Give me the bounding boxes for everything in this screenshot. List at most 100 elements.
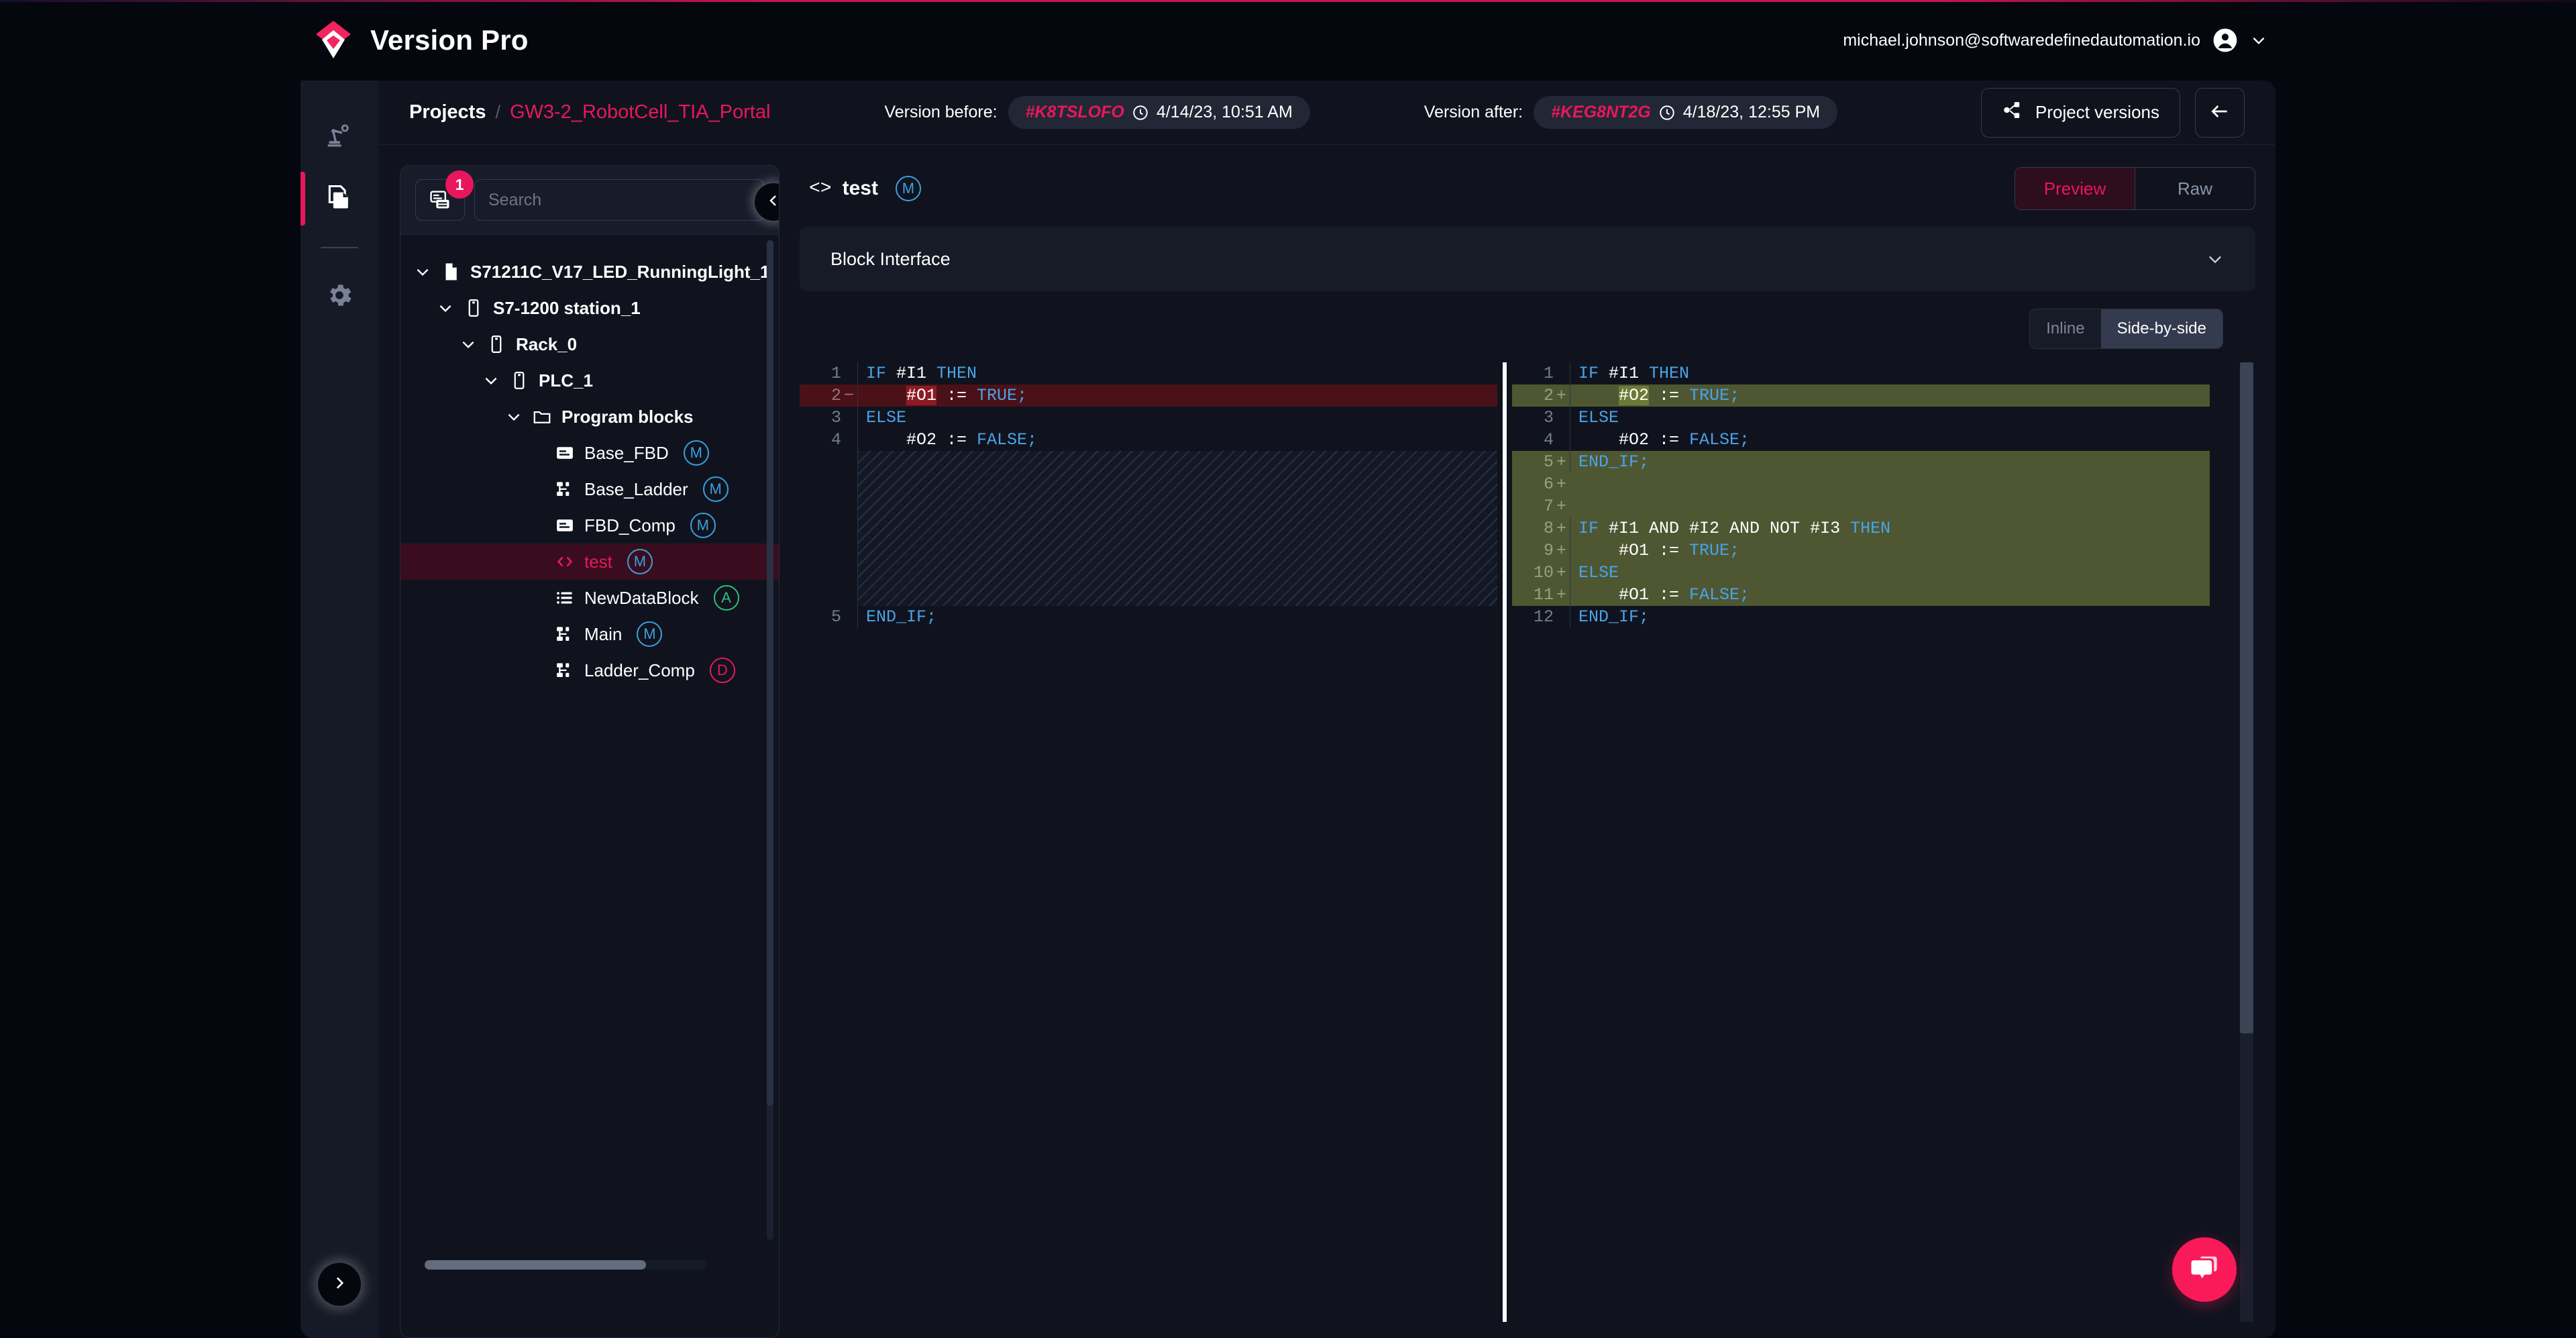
line-number: 10 [1512,562,1556,584]
breadcrumb-separator: / [495,102,500,123]
version-after-time: 4/18/23, 12:55 PM [1683,103,1820,122]
tree-item-base-ladder[interactable]: Base_LadderM [400,471,779,507]
brand[interactable]: Version Pro [314,19,529,61]
tree-item-s7-1200-station-1[interactable]: S7-1200 station_1 [400,290,779,326]
tree-item-label: Base_Ladder [584,479,688,500]
chevron-down-icon[interactable] [505,408,523,425]
code-text: IF #I1 AND #I2 AND NOT #I3 THEN [1570,517,1890,539]
tree-vertical-scrollbar[interactable] [767,240,773,1240]
code-text: IF #I1 THEN [1570,362,1689,384]
line-number: 1 [1512,362,1556,384]
code-text: #O2 := FALSE; [857,429,1037,451]
tab-raw[interactable]: Raw [2135,168,2255,209]
version-after-pill[interactable]: #KEG8NT2G 4/18/23, 12:55 PM [1534,96,1837,129]
chevron-down-icon[interactable] [482,372,500,389]
diff-splitter[interactable] [1503,362,1507,1322]
tree-item-test[interactable]: testM [400,544,779,580]
tree-item-main[interactable]: Main M [400,616,779,652]
tree-item-plc-1[interactable]: PLC_1 [400,362,779,399]
code-line: 2+ #O2 := TRUE; [1512,384,2210,407]
tree-horizontal-thumb[interactable] [425,1260,646,1270]
arrow-left-icon [2209,101,2231,124]
tree-item-newdatablock[interactable]: NewDataBlockA [400,580,779,616]
diff-scroll-thumb[interactable] [2240,362,2253,1033]
tree-item-fbd-comp[interactable]: FBD_CompM [400,507,779,544]
tree-item-label: Program blocks [561,407,694,427]
clock-icon [1132,104,1149,121]
diff-marker: + [1556,562,1570,584]
tree-item-rack-0[interactable]: Rack_0 [400,326,779,362]
tab-preview[interactable]: Preview [2015,168,2135,209]
line-number: 3 [800,407,844,429]
folder-icon [532,407,552,427]
chevron-down-icon[interactable] [460,336,477,353]
diff-marker: + [1556,384,1570,407]
filter-button[interactable]: 1 [415,179,465,221]
diff-marker: + [1556,584,1570,606]
app-root: Version Pro michael.johnson@softwaredefi… [0,0,2576,1338]
code-line: 7+ [1512,495,2210,517]
user-menu[interactable]: michael.johnson@softwaredefinedautomatio… [1843,28,2267,53]
body-split: 1 [378,145,2275,1338]
line-number: 6 [1512,473,1556,495]
status-badge: M [637,621,662,647]
breadcrumb-root[interactable]: Projects [409,101,486,123]
version-after-hash: #KEG8NT2G [1551,103,1651,122]
tree-item-program-blocks[interactable]: Program blocks [400,399,779,435]
code-text: END_IF; [1570,606,1649,628]
tree-item-label: S7-1200 station_1 [493,298,641,319]
block-interface-label: Block Interface [830,249,951,270]
tree-item-base-fbd[interactable]: Base_FBDM [400,435,779,471]
version-after-label: Version after: [1424,103,1523,122]
block-interface-section[interactable]: Block Interface [800,227,2255,291]
status-badge: D [710,658,735,683]
chat-widget-button[interactable] [2172,1237,2237,1302]
tree-item-s71211c-v17-led-runninglight-1[interactable]: S71211C_V17_LED_RunningLight_1 [400,254,779,290]
tree-item-label: FBD_Comp [584,515,676,536]
chevron-left-icon [765,193,780,212]
tree-item-label: Ladder_Comp [584,660,695,681]
chevron-down-icon[interactable] [2206,250,2224,268]
rail-divider [321,247,358,248]
diff-left-pane[interactable]: 1IF #I1 THEN2− #O1 := TRUE;3ELSE4 #O2 :=… [800,362,1497,1322]
chevron-down-icon[interactable] [414,263,431,280]
branch-share-icon [2002,100,2022,125]
chat-bubble-icon [2187,1251,2222,1289]
tab-inline[interactable]: Inline [2030,309,2100,348]
left-rail [301,81,378,1338]
tab-side-by-side[interactable]: Side-by-side [2101,309,2222,348]
status-badge: M [627,549,653,574]
chevron-right-icon [331,1274,348,1295]
chevron-down-icon[interactable] [2250,32,2267,49]
version-before-pill[interactable]: #K8TSLOFO 4/14/23, 10:51 AM [1008,96,1310,129]
tree-item-label: Main [584,624,622,645]
tree-item-label: PLC_1 [539,370,593,391]
project-versions-button[interactable]: Project versions [1981,88,2180,138]
rail-expand-button[interactable] [318,1263,361,1306]
back-button[interactable] [2195,88,2245,138]
project-versions-label: Project versions [2035,102,2159,123]
line-number: 12 [1512,606,1556,628]
version-before-time: 4/14/23, 10:51 AM [1157,103,1293,122]
diff-scrollbar[interactable] [2238,362,2255,1322]
code-line: 4 #O2 := FALSE; [800,429,1497,451]
ladder-block-icon [555,624,575,644]
diff-right-pane[interactable]: 1IF #I1 THEN2+ #O2 := TRUE;3ELSE4 #O2 :=… [1512,362,2210,1322]
line-number: 7 [1512,495,1556,517]
breadcrumb-actions: Project versions [1981,88,2245,138]
code-text: ELSE [1570,562,1619,584]
sidebar-item-robots[interactable] [301,106,378,168]
code-line: 2− #O1 := TRUE; [800,384,1497,407]
sidebar-item-projects[interactable] [301,168,378,229]
chevron-down-icon[interactable] [437,299,454,317]
sidebar-item-settings[interactable] [301,266,378,327]
code-text: #O1 := FALSE; [1570,584,1750,606]
search-input[interactable] [474,179,764,221]
breadcrumb-current[interactable]: GW3-2_RobotCell_TIA_Portal [510,101,770,123]
tree-horizontal-scrollbar[interactable] [425,1260,706,1270]
account-circle-icon[interactable] [2212,28,2238,53]
tree-item-ladder-comp[interactable]: Ladder_Comp D [400,652,779,688]
tree-vertical-thumb[interactable] [767,240,773,1106]
line-number: 3 [1512,407,1556,429]
code-line: 1 IF #I1 THEN [1512,362,2210,384]
